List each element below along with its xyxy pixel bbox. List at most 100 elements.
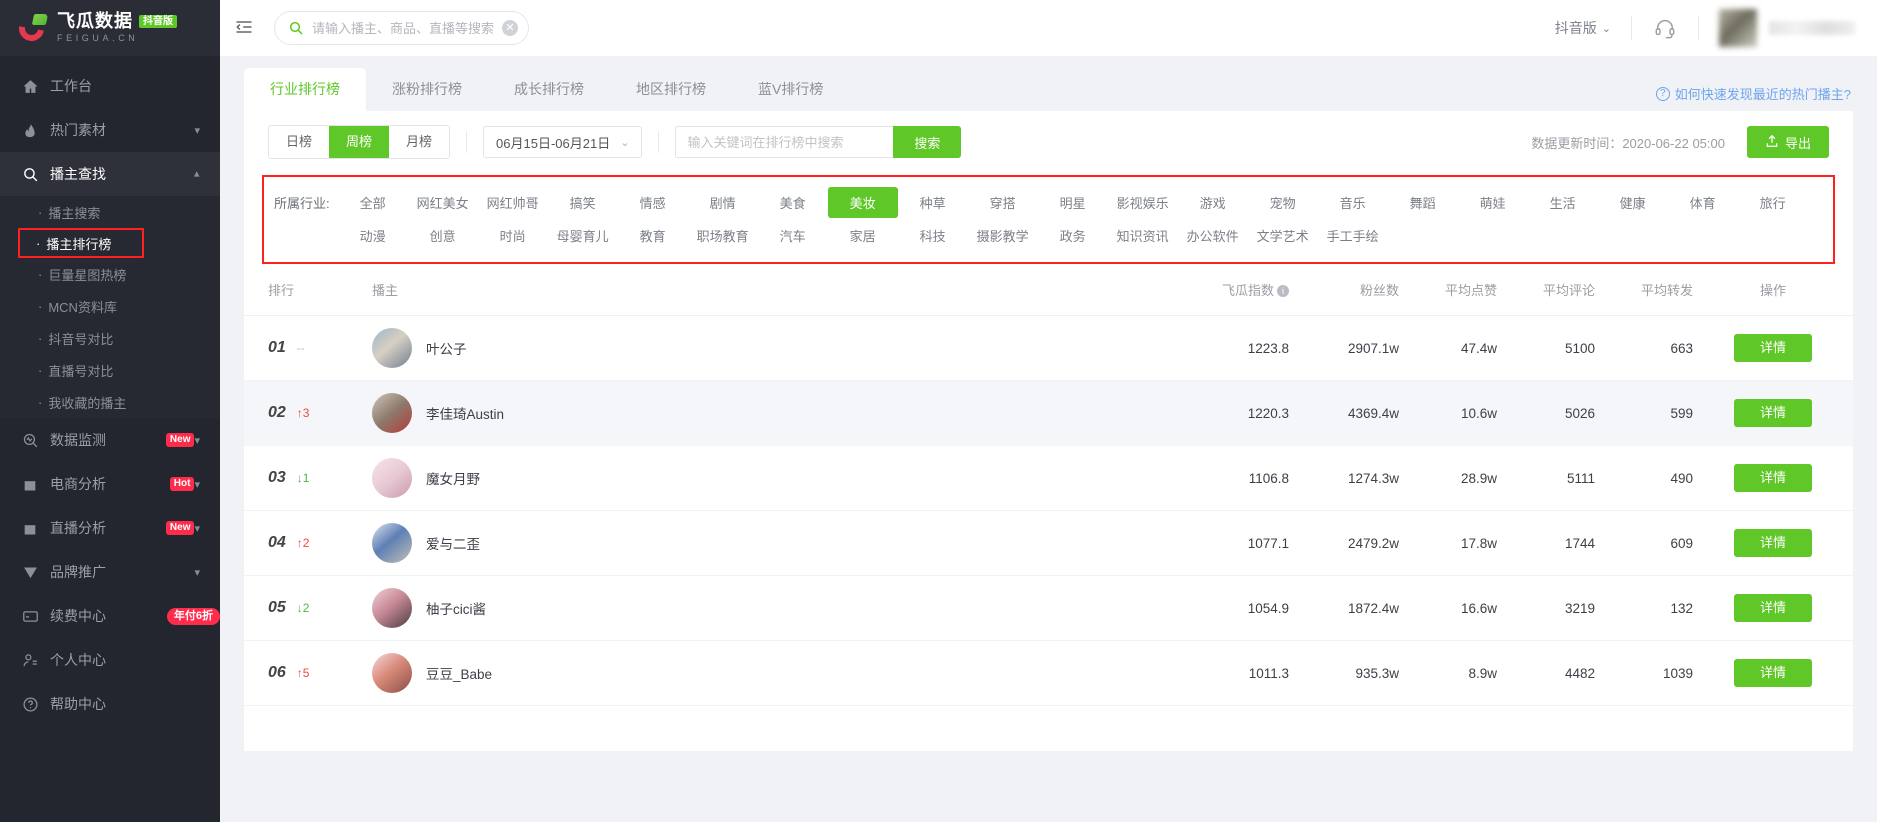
date-range-picker[interactable]: 06月15日-06月21日 ⌄: [483, 126, 643, 158]
period-monthly[interactable]: 月榜: [389, 126, 450, 158]
sidebar-item-data-monitor[interactable]: 数据监测 New ▾: [0, 418, 220, 462]
industry-tag[interactable]: 搞笑: [548, 187, 618, 218]
sidebar-item-personal-center[interactable]: 个人中心: [0, 638, 220, 682]
keyword-input[interactable]: [675, 126, 894, 158]
avatar[interactable]: [372, 328, 412, 368]
table-row[interactable]: 05 ↓2 柚子cici酱 1054.9 1872.4w 16.6w 3219 132 详情: [244, 575, 1853, 641]
industry-tag[interactable]: 教育: [618, 220, 688, 251]
avatar[interactable]: [372, 588, 412, 628]
sidebar-item-live-analysis[interactable]: 直播分析 New ▾: [0, 506, 220, 550]
table-row[interactable]: 03 ↓1 魔女月野 1106.8 1274.3w 28.9w 5111 490 详情: [244, 445, 1853, 511]
sidebar-subitem-live-compare[interactable]: · 直播号对比: [0, 354, 220, 386]
sidebar-subitem-author-search[interactable]: · 播主搜索: [0, 196, 220, 228]
industry-tag[interactable]: 时尚: [478, 220, 548, 251]
tab-growth-rank[interactable]: 成长排行榜: [488, 68, 610, 111]
collapse-sidebar-icon[interactable]: [234, 17, 256, 39]
detail-button[interactable]: 详情: [1733, 594, 1812, 622]
industry-tag[interactable]: 旅行: [1738, 187, 1808, 218]
sidebar-subitem-douyin-compare[interactable]: · 抖音号对比: [0, 322, 220, 354]
avatar[interactable]: [372, 458, 412, 498]
author-name[interactable]: 叶公子: [426, 338, 467, 358]
industry-tag[interactable]: 明星: [1038, 187, 1108, 218]
detail-button[interactable]: 详情: [1733, 529, 1812, 557]
sidebar-item-ecommerce-analysis[interactable]: 电商分析 Hot ▾: [0, 462, 220, 506]
industry-tag[interactable]: 游戏: [1178, 187, 1248, 218]
industry-tag[interactable]: 家居: [828, 220, 898, 251]
detail-button[interactable]: 详情: [1733, 399, 1812, 427]
industry-tag[interactable]: 动漫: [338, 220, 408, 251]
period-weekly[interactable]: 周榜: [329, 126, 390, 158]
industry-tag[interactable]: 种草: [898, 187, 968, 218]
sidebar-subitem-mcn-library[interactable]: · MCN资料库: [0, 290, 220, 322]
industry-tag[interactable]: 创意: [408, 220, 478, 251]
table-row[interactable]: 06 ↑5 豆豆_Babe 1011.3 935.3w 8.9w 4482 1039 详情: [244, 640, 1853, 706]
author-name[interactable]: 爱与二歪: [426, 533, 480, 553]
industry-tag[interactable]: 知识资讯: [1108, 220, 1178, 251]
tab-region-rank[interactable]: 地区排行榜: [610, 68, 732, 111]
industry-tag[interactable]: 手工手绘: [1318, 220, 1388, 251]
author-name[interactable]: 柚子cici酱: [426, 598, 486, 618]
industry-tag[interactable]: 网红帅哥: [478, 187, 548, 218]
period-daily[interactable]: 日榜: [269, 126, 330, 158]
industry-tag[interactable]: 母婴育儿: [548, 220, 618, 251]
sidebar-item-author-find[interactable]: 播主查找 ▾: [0, 152, 220, 196]
detail-button[interactable]: 详情: [1733, 659, 1812, 687]
global-search[interactable]: ✕: [274, 11, 529, 45]
sidebar-subitem-favorites[interactable]: · 我收藏的播主: [0, 386, 220, 418]
industry-tag[interactable]: 美妆: [827, 187, 898, 218]
sidebar-subitem-author-rank[interactable]: · 播主排行榜: [18, 228, 144, 258]
author-name[interactable]: 豆豆_Babe: [426, 663, 492, 683]
industry-tag[interactable]: 办公软件: [1178, 220, 1248, 251]
version-selector[interactable]: 抖音版 ⌄: [1555, 18, 1631, 38]
industry-tag[interactable]: 网红美女: [408, 187, 478, 218]
industry-tag[interactable]: 情感: [618, 187, 688, 218]
industry-tag[interactable]: 职场教育: [688, 220, 758, 251]
industry-tag[interactable]: 科技: [898, 220, 968, 251]
search-input[interactable]: [312, 20, 502, 36]
tab-industry-rank[interactable]: 行业排行榜: [244, 68, 366, 111]
sidebar-subitem-xingtu-hot[interactable]: · 巨量星图热榜: [0, 258, 220, 290]
industry-tag[interactable]: 影视娱乐: [1108, 187, 1178, 218]
industry-tag[interactable]: 剧情: [688, 187, 758, 218]
info-icon[interactable]: i: [1277, 285, 1289, 297]
avatar[interactable]: [372, 523, 412, 563]
author-name[interactable]: 魔女月野: [426, 468, 480, 488]
industry-tag[interactable]: 文学艺术: [1248, 220, 1318, 251]
industry-tag[interactable]: 健康: [1598, 187, 1668, 218]
industry-tag[interactable]: 宠物: [1248, 187, 1318, 218]
avatar[interactable]: [1719, 9, 1757, 47]
industry-tag[interactable]: 汽车: [758, 220, 828, 251]
avatar[interactable]: [372, 653, 412, 693]
industry-tag[interactable]: 穿搭: [968, 187, 1038, 218]
sidebar-item-renewal[interactable]: 续费中心 年付6折: [0, 594, 220, 638]
support-headset-icon[interactable]: [1632, 17, 1698, 39]
detail-button[interactable]: 详情: [1733, 464, 1812, 492]
avatar[interactable]: [372, 393, 412, 433]
industry-tag[interactable]: 生活: [1528, 187, 1598, 218]
sidebar-item-hot-material[interactable]: 热门素材 ▾: [0, 108, 220, 152]
tab-bluev-rank[interactable]: 蓝V排行榜: [732, 68, 849, 111]
industry-tag[interactable]: 全部: [338, 187, 408, 218]
industry-tag[interactable]: 舞蹈: [1388, 187, 1458, 218]
industry-tag[interactable]: 政务: [1038, 220, 1108, 251]
col-rank: 排行: [244, 264, 372, 316]
industry-tag[interactable]: 体育: [1668, 187, 1738, 218]
table-row[interactable]: 01 -- 叶公子 1223.8 2907.1w 47.4w 5100 663 详情: [244, 315, 1853, 381]
help-link[interactable]: ? 如何快速发现最近的热门播主?: [1655, 84, 1851, 103]
author-name[interactable]: 李佳琦Austin: [426, 403, 504, 423]
industry-tag[interactable]: 音乐: [1318, 187, 1388, 218]
sidebar-item-workbench[interactable]: 工作台: [0, 64, 220, 108]
close-icon[interactable]: ✕: [502, 20, 518, 36]
sidebar-item-brand-promo[interactable]: 品牌推广 ▾: [0, 550, 220, 594]
sidebar-item-help-center[interactable]: 帮助中心: [0, 682, 220, 726]
industry-tag[interactable]: 摄影教学: [968, 220, 1038, 251]
table-row[interactable]: 02 ↑3 李佳琦Austin 1220.3 4369.4w 10.6w 5026 599 详情: [244, 380, 1853, 446]
export-button[interactable]: 导出: [1746, 126, 1829, 158]
industry-tag[interactable]: 美食: [758, 187, 828, 218]
industry-tag[interactable]: 萌娃: [1458, 187, 1528, 218]
tab-fans-growth-rank[interactable]: 涨粉排行榜: [366, 68, 488, 111]
search-button[interactable]: 搜索: [893, 126, 962, 158]
detail-button[interactable]: 详情: [1733, 334, 1812, 362]
logo[interactable]: 飞瓜数据 抖音版 FEIGUA.CN: [0, 0, 220, 56]
table-row[interactable]: 04 ↑2 爱与二歪 1077.1 2479.2w 17.8w 1744 609 详情: [244, 510, 1853, 576]
